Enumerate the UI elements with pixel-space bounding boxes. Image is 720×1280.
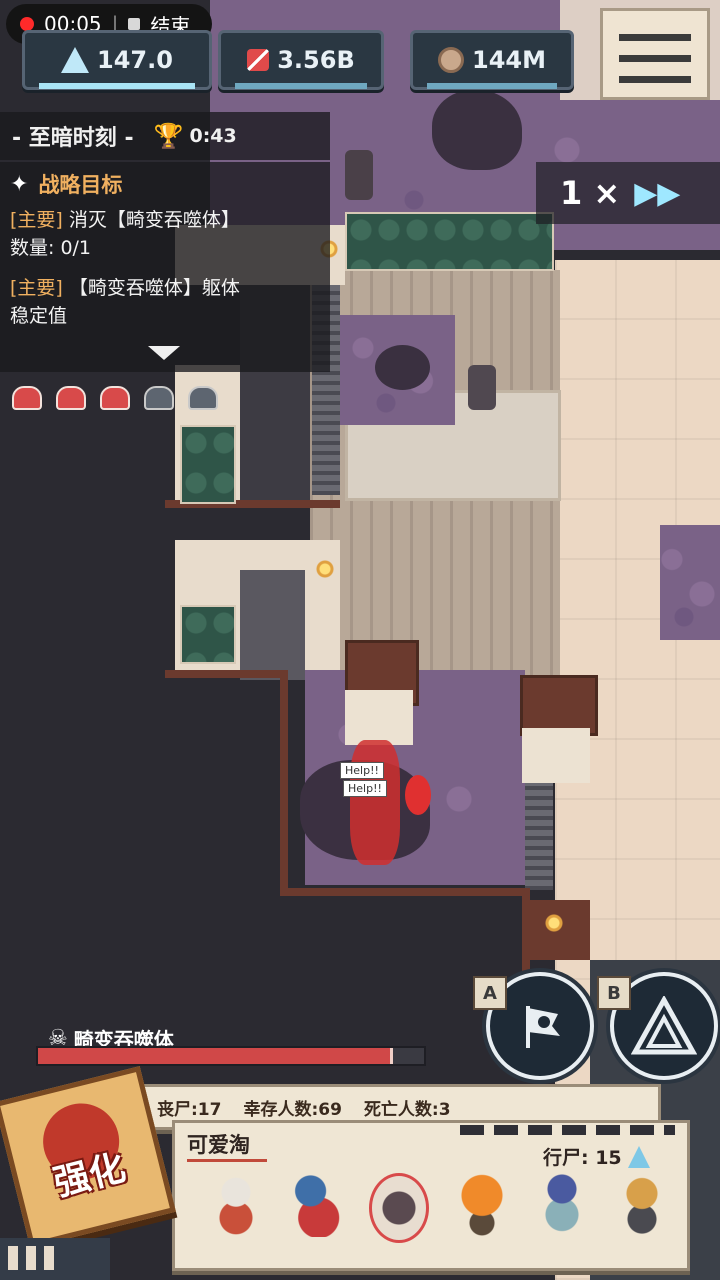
panel-stripes <box>460 1125 675 1135</box>
squad-member[interactable] <box>615 1173 669 1237</box>
name-underline <box>187 1159 267 1162</box>
blood-effect <box>350 740 400 865</box>
squad-panel[interactable]: 可爱淘 行尸: 15 <box>172 1120 690 1271</box>
resource-value: 147.0 <box>97 46 173 74</box>
panel-stripes <box>8 1246 60 1270</box>
objective-item: [主要] 消灭【畸变吞噬体】 数量: 0/1 <box>10 206 320 262</box>
dna-icon <box>247 49 270 71</box>
boss-hp-bar <box>36 1046 426 1066</box>
wall-edge <box>280 888 530 896</box>
resource-value: 3.56B <box>277 46 355 74</box>
corridor <box>240 570 305 680</box>
survivor-lives <box>12 386 218 410</box>
objective-text: 消灭【畸变吞噬体】 <box>68 209 240 231</box>
life-pip <box>56 386 86 410</box>
objective-progress: 稳定值 <box>10 305 68 327</box>
menu-button[interactable] <box>600 8 710 100</box>
lamp <box>316 560 334 578</box>
walker-count: 行尸: 15 <box>543 1147 622 1169</box>
skill-key-b: B <box>597 976 631 1010</box>
zombie-sprite[interactable] <box>432 90 522 170</box>
crystal-icon <box>61 47 90 73</box>
objectives-panel[interactable]: ✦ 战略目标 [主要] 消灭【畸变吞噬体】 数量: 0/1 [主要] 【畸变吞噬… <box>0 162 330 372</box>
resource-bar <box>39 83 195 89</box>
objective-tag: [主要] <box>10 209 63 231</box>
fast-forward-icon: ▶▶ <box>634 175 681 211</box>
objectives-header: ✦ 战略目标 <box>10 162 320 206</box>
planter-row <box>345 212 554 271</box>
wall-edge <box>280 670 288 895</box>
crystal-icon <box>627 1145 650 1168</box>
stairs <box>525 780 553 890</box>
boss-hp-fill <box>38 1048 394 1064</box>
counter <box>345 690 413 745</box>
resource-dna[interactable]: 3.56B <box>218 30 384 90</box>
speed-control[interactable]: 1 × ▶▶ <box>536 162 720 224</box>
survivor-sprite[interactable] <box>468 365 496 410</box>
resource-bar <box>235 83 367 89</box>
trophy-icon: 🏆 <box>153 122 184 150</box>
squad-roster[interactable] <box>209 1173 669 1243</box>
meat-icon <box>438 47 464 73</box>
stop-icon[interactable] <box>128 18 141 30</box>
corpse-count: 丧尸:17 <box>157 1100 222 1120</box>
event-title: - 至暗时刻 - <box>12 126 134 151</box>
resource-meat[interactable]: 144M <box>410 30 574 90</box>
objectives-title: 战略目标 <box>38 173 123 197</box>
squad-member[interactable] <box>289 1173 343 1237</box>
squad-member[interactable] <box>209 1173 263 1237</box>
event-banner: - 至暗时刻 - 🏆 0:43 <box>0 112 330 160</box>
life-pip <box>100 386 130 410</box>
wall-edge <box>165 670 285 678</box>
life-pip <box>144 386 174 410</box>
squad-member[interactable] <box>455 1173 509 1237</box>
corruption-area <box>660 525 720 640</box>
life-pip <box>12 386 42 410</box>
objective-text: 【畸变吞噬体】躯体 <box>68 277 240 299</box>
planter <box>180 605 236 664</box>
counter <box>522 728 590 783</box>
record-dot-icon <box>20 17 34 31</box>
help-bubble: Help!! <box>340 762 384 779</box>
squad-name: 可爱淘 <box>187 1133 250 1157</box>
warning-triangle-icon <box>631 996 697 1055</box>
resource-bar <box>427 83 557 89</box>
dead-count: 死亡人数:3 <box>363 1100 451 1120</box>
menu-icon <box>619 23 691 83</box>
squad-member[interactable] <box>369 1173 429 1243</box>
objective-item: [主要] 【畸变吞噬体】躯体 稳定值 <box>10 274 320 330</box>
resource-crystal[interactable]: 147.0 <box>22 30 212 90</box>
cabinet <box>520 675 598 736</box>
corner-ui <box>0 1238 110 1280</box>
survivor-count: 幸存人数:69 <box>243 1100 342 1120</box>
objective-tag: [主要] <box>10 277 63 299</box>
event-timer: 0:43 <box>189 125 237 147</box>
lamp <box>543 912 565 934</box>
squad-member[interactable] <box>535 1173 589 1237</box>
help-bubble: Help!! <box>343 780 387 797</box>
life-pip <box>188 386 218 410</box>
zombie-sprite[interactable] <box>375 345 430 390</box>
walker-counter: 行尸: 15 <box>543 1143 650 1170</box>
skill-key-a: A <box>473 976 507 1010</box>
rally-flag-icon <box>526 1006 560 1048</box>
survivor-sprite[interactable] <box>345 150 373 200</box>
resource-value: 144M <box>472 46 546 74</box>
planter <box>180 425 236 504</box>
blood-effect <box>405 775 431 815</box>
expand-chevron-icon[interactable] <box>148 346 180 360</box>
target-icon: ✦ <box>10 171 29 197</box>
objective-progress: 数量: 0/1 <box>10 237 92 259</box>
speed-label: 1 × <box>560 174 621 212</box>
